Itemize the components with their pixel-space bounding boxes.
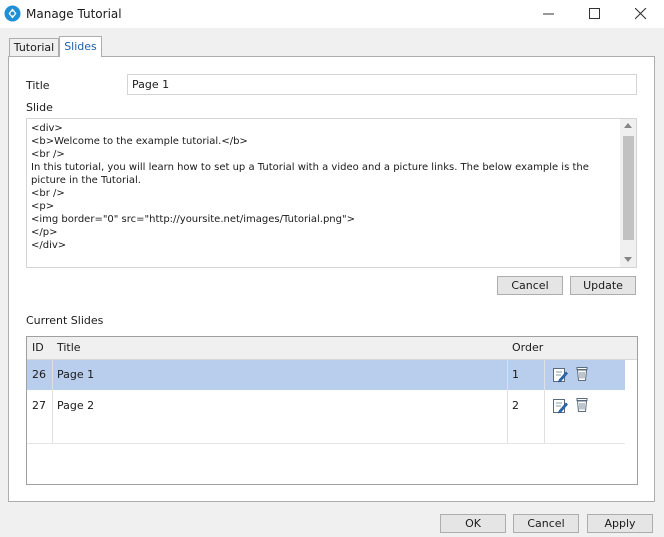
row-title: Page 1: [57, 368, 95, 381]
slides-table: ID Title Order 26 Page 1 1 27 Page 2 2: [26, 336, 638, 485]
window-title: Manage Tutorial: [26, 7, 122, 21]
close-icon: [635, 8, 647, 20]
column-header-title[interactable]: Title: [57, 337, 81, 359]
scroll-down-icon[interactable]: [624, 257, 632, 262]
table-row[interactable]: 27 Page 2 2: [27, 391, 625, 421]
new-row-placeholder[interactable]: [27, 421, 625, 444]
edit-icon[interactable]: [552, 398, 568, 414]
title-label: Title: [26, 79, 50, 92]
current-slides-label: Current Slides: [26, 314, 104, 327]
row-id: 27: [32, 399, 46, 412]
column-divider: [544, 360, 545, 443]
close-button[interactable]: [618, 0, 664, 28]
row-id: 26: [32, 368, 46, 381]
column-header-id[interactable]: ID: [32, 337, 44, 359]
apply-button[interactable]: Apply: [587, 514, 653, 533]
delete-icon[interactable]: [574, 397, 590, 413]
minimize-icon: [543, 13, 554, 15]
delete-icon[interactable]: [574, 366, 590, 382]
scrollbar-thumb[interactable]: [623, 136, 634, 240]
row-order: 2: [512, 399, 519, 412]
cancel-slide-button[interactable]: Cancel: [497, 276, 563, 295]
minimize-button[interactable]: [526, 0, 572, 28]
table-header: ID Title Order: [27, 337, 637, 360]
title-bar: Manage Tutorial: [0, 0, 664, 28]
edit-icon[interactable]: [552, 367, 568, 383]
slide-content-text[interactable]: <div> <b>Welcome to the example tutorial…: [31, 122, 619, 252]
update-button[interactable]: Update: [570, 276, 636, 295]
column-divider: [52, 360, 53, 443]
column-header-order[interactable]: Order: [512, 337, 543, 359]
slide-label: Slide: [26, 101, 53, 114]
column-divider: [507, 360, 508, 443]
editor-scrollbar[interactable]: [620, 119, 636, 267]
ok-button[interactable]: OK: [440, 514, 506, 533]
cancel-button[interactable]: Cancel: [513, 514, 579, 533]
tab-tutorial[interactable]: Tutorial: [9, 38, 59, 57]
table-row[interactable]: 26 Page 1 1: [27, 360, 625, 390]
title-input[interactable]: [127, 74, 637, 95]
slide-content-editor[interactable]: <div> <b>Welcome to the example tutorial…: [26, 118, 637, 268]
app-icon: [4, 5, 21, 22]
tab-slides[interactable]: Slides: [59, 36, 102, 57]
maximize-icon: [589, 8, 600, 19]
scroll-up-icon[interactable]: [624, 123, 632, 128]
row-title: Page 2: [57, 399, 95, 412]
maximize-button[interactable]: [572, 0, 618, 28]
row-order: 1: [512, 368, 519, 381]
